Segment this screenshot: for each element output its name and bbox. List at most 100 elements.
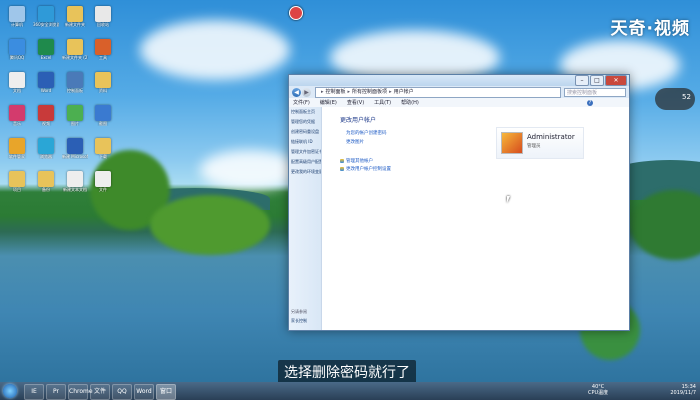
menu-tools[interactable]: 工具(T): [374, 99, 391, 106]
link-label: 管理其他帐户: [346, 159, 373, 164]
help-icon[interactable]: ?: [587, 99, 593, 106]
desktop-icon-tile: [9, 138, 25, 154]
desktop-icon-tile: [95, 138, 111, 154]
breadcrumb-item[interactable]: 控制面板: [326, 88, 346, 97]
desktop-icon[interactable]: 文档: [4, 72, 30, 93]
desktop-icon[interactable]: 图片: [62, 105, 88, 126]
manage-other-accounts-link[interactable]: 管理其他帐户: [340, 158, 373, 164]
left-pane-link[interactable]: 配置高级用户配置文件属性: [289, 157, 321, 167]
desktop-icon-tile: [9, 72, 25, 88]
desktop-icon[interactable]: 音乐: [4, 105, 30, 126]
desktop-icon[interactable]: 新建文本文档: [62, 171, 88, 192]
breadcrumb-item[interactable]: 所有控制面板项: [352, 88, 387, 97]
menu-view[interactable]: 查看(V): [347, 99, 364, 106]
desktop-icon-tile: [38, 138, 54, 154]
desktop-icon[interactable]: 计算机: [4, 6, 30, 27]
desktop-icon-label: 浏览器: [40, 154, 52, 159]
page-title: 更改用户帐户: [340, 117, 377, 124]
desktop-icon-tile: [67, 39, 83, 55]
window-body: 控制面板主页 管理您的凭据 创建密码重设盘 链接联机 ID 管理文件加密证书 配…: [289, 107, 629, 330]
taskbar-app[interactable]: 窗口: [156, 384, 176, 400]
search-input[interactable]: 搜索控制面板: [564, 87, 626, 97]
system-clock[interactable]: 15:34 2019/11/7: [670, 384, 696, 396]
desktop-icon[interactable]: 回收站: [90, 6, 116, 27]
desktop-icon[interactable]: 文件: [90, 171, 116, 192]
desktop-icon-label: 新建文件夹: [65, 22, 85, 27]
desktop-icon[interactable]: 控制面板: [62, 72, 88, 93]
tree: [630, 190, 700, 260]
minimize-button[interactable]: –: [575, 75, 589, 86]
desktop-icon[interactable]: 软件管家: [4, 138, 30, 159]
desktop-icon-tile: [95, 105, 111, 121]
breadcrumb-item[interactable]: 用户帐户: [394, 88, 414, 97]
back-icon[interactable]: ◀: [292, 87, 301, 97]
desktop-icon-tile: [67, 6, 83, 22]
change-picture-link[interactable]: 更改图片: [346, 139, 364, 145]
desktop-icon-tile: [38, 171, 54, 187]
left-pane-link[interactable]: 管理您的凭据: [289, 117, 321, 127]
desktop-icon[interactable]: 截图: [90, 105, 116, 126]
desktop-icon[interactable]: 腾讯QQ: [4, 39, 30, 60]
shield-icon: [340, 158, 344, 163]
menu-edit[interactable]: 编辑(E): [320, 99, 337, 106]
close-button[interactable]: ✕: [605, 75, 627, 86]
parental-controls-link[interactable]: 家长控制: [291, 318, 307, 324]
gadget-value: 52: [682, 93, 691, 101]
desktop-icon-label: 图片: [71, 121, 79, 126]
desktop-icon-label: 新建 Microsoft Word 文档: [62, 154, 88, 159]
taskbar-app[interactable]: Word: [134, 384, 154, 400]
desktop-icon[interactable]: 项目: [4, 171, 30, 192]
menu-help[interactable]: 帮助(H): [401, 99, 419, 106]
desktop-icon[interactable]: 下载: [90, 138, 116, 159]
desktop-icon-label: 音乐: [13, 121, 21, 126]
see-also-label: 另请参阅: [291, 309, 307, 314]
desktop-icon[interactable]: 浏览器: [33, 138, 59, 159]
desktop-icon-label: 新建文件夹 (2): [62, 55, 88, 60]
desktop-icon[interactable]: Excel: [33, 39, 59, 60]
left-pane-link[interactable]: 管理文件加密证书: [289, 147, 321, 157]
desktop-icon-label: 下载: [99, 154, 107, 159]
taskbar-app[interactable]: IE: [24, 384, 44, 400]
desktop-icon[interactable]: 360安全浏览器: [33, 6, 59, 27]
desktop-icon[interactable]: 备份: [33, 171, 59, 192]
desktop-icon-tile: [95, 72, 111, 88]
left-pane-link[interactable]: 创建密码重设盘: [289, 127, 321, 137]
left-pane-link[interactable]: 更改我的环境变量: [289, 167, 321, 177]
address-bar-row: ◀ ▶ ▸ 控制面板 ▸ 所有控制面板项 ▸ 用户帐户 搜索控制面板: [289, 86, 629, 98]
left-pane-link[interactable]: 链接联机 ID: [289, 137, 321, 147]
desktop-icon-tile: [38, 6, 54, 22]
taskbar-app[interactable]: QQ: [112, 384, 132, 400]
uac-settings-link[interactable]: 更改用户帐户控制设置: [340, 166, 391, 172]
forward-icon[interactable]: ▶: [302, 87, 311, 97]
taskbar-app[interactable]: Chrome: [68, 384, 93, 400]
user-name: Administrator: [527, 133, 575, 141]
title-bar[interactable]: – □ ✕: [289, 75, 629, 86]
address-field[interactable]: ▸ 控制面板 ▸ 所有控制面板项 ▸ 用户帐户: [315, 86, 561, 98]
desktop-icon[interactable]: 新建 Microsoft Word 文档: [62, 138, 88, 159]
taskbar-app[interactable]: Pr: [46, 384, 66, 400]
user-card: Administrator 管理员: [496, 127, 584, 159]
desktop-icon[interactable]: 视频: [33, 105, 59, 126]
desktop-icon-label: 软件管家: [9, 154, 25, 159]
maximize-button[interactable]: □: [590, 75, 604, 86]
desktop-icon[interactable]: 新建文件夹: [62, 6, 88, 27]
desktop-icon[interactable]: 新建文件夹 (2): [62, 39, 88, 60]
desktop-icon-label: 备份: [42, 187, 50, 192]
desktop-icon[interactable]: Word: [33, 72, 59, 93]
taskbar-app[interactable]: 文件: [90, 384, 110, 400]
desktop-icon-tile: [95, 171, 111, 187]
tree: [150, 195, 270, 255]
desktop-icon-label: Word: [40, 88, 52, 93]
desktop-icon-label: 回收站: [97, 22, 109, 27]
desktop-icon[interactable]: 资料: [90, 72, 116, 93]
desktop-icon-tile: [9, 6, 25, 22]
create-password-link[interactable]: 为您的帐户创建密码: [346, 130, 387, 136]
menu-file[interactable]: 文件(F): [293, 99, 310, 106]
left-pane-link[interactable]: 控制面板主页: [289, 107, 321, 117]
avatar[interactable]: [501, 132, 523, 154]
start-button[interactable]: [3, 384, 17, 398]
desktop-icon-tile: [67, 72, 83, 88]
cloud: [200, 150, 300, 190]
desktop-icon[interactable]: 工具: [90, 39, 116, 60]
recycle-app-icon[interactable]: [289, 6, 303, 20]
